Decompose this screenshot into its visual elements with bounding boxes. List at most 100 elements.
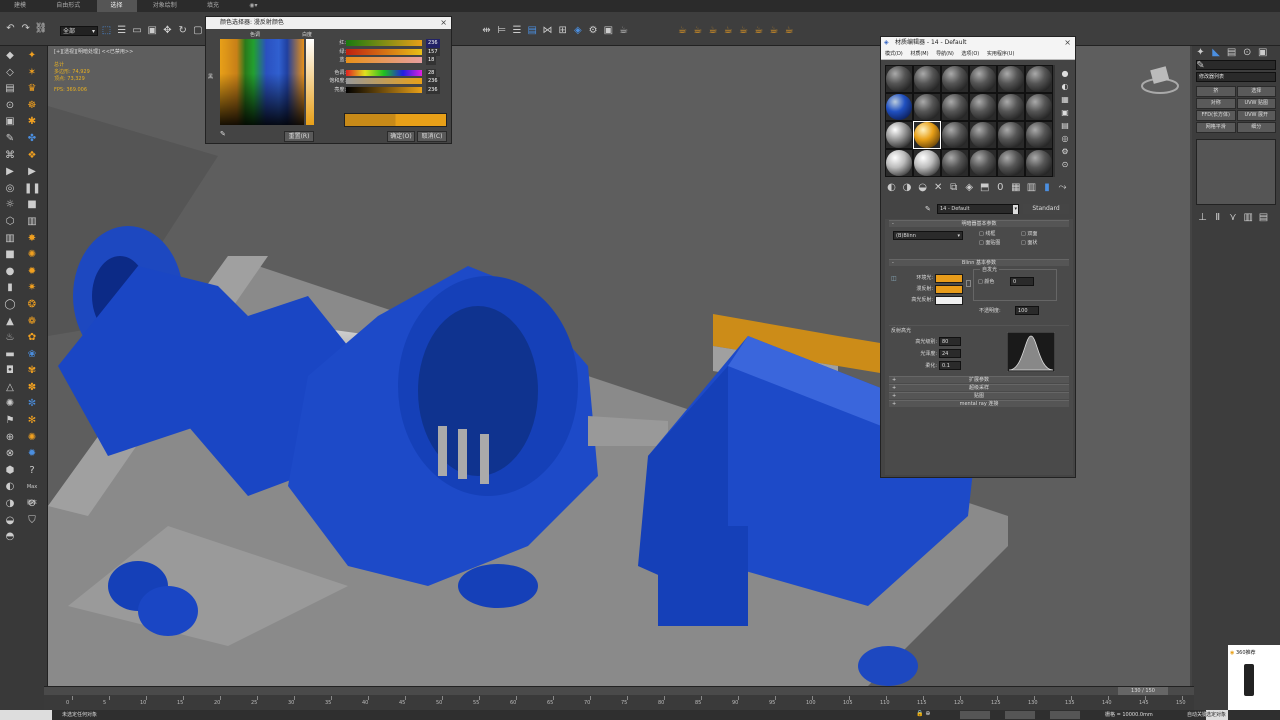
put-library-icon[interactable]: ⬒ bbox=[978, 181, 991, 194]
options-icon[interactable]: ⚙ bbox=[1057, 145, 1073, 158]
create-icon[interactable]: ◆ bbox=[2, 48, 18, 65]
material-slot[interactable] bbox=[913, 65, 941, 93]
tool-26-icon[interactable]: ⬢ bbox=[2, 463, 18, 480]
utilities-tab-icon[interactable]: ✎ bbox=[1194, 59, 1207, 72]
rotate-icon[interactable]: ↻ bbox=[176, 24, 189, 37]
window-crossing-icon[interactable]: ▣ bbox=[146, 24, 159, 37]
color-dialog-titlebar[interactable]: 颜色选择器: 漫反射颜色 × bbox=[206, 17, 451, 29]
tool-b24-icon[interactable]: ✺ bbox=[24, 430, 40, 447]
self-illum-value[interactable]: 0 bbox=[1010, 277, 1034, 286]
material-slot[interactable] bbox=[997, 65, 1025, 93]
configure-icon[interactable]: ▤ bbox=[1257, 211, 1270, 224]
tool-b22-icon[interactable]: ✼ bbox=[24, 396, 40, 413]
hierarchy-icon[interactable]: ▤ bbox=[2, 81, 18, 98]
tool-b18-icon[interactable]: ✿ bbox=[24, 330, 40, 347]
material-slot[interactable] bbox=[885, 121, 913, 149]
video-check-icon[interactable]: ▤ bbox=[1057, 119, 1073, 132]
torus-icon[interactable]: ◯ bbox=[2, 297, 18, 314]
spec-level-value[interactable]: 80 bbox=[939, 337, 961, 346]
time-slider-track[interactable]: 130 / 150 bbox=[44, 687, 1194, 695]
rollout-maps[interactable]: + 贴图 bbox=[889, 392, 1069, 399]
cancel-button[interactable]: 取消(C) bbox=[417, 131, 447, 142]
menu-more-icon[interactable]: ◉▾ bbox=[235, 0, 271, 12]
help-icon[interactable]: ? bbox=[24, 463, 40, 480]
notification-popup[interactable]: ◉ 360推荐 bbox=[1228, 645, 1280, 710]
material-slot[interactable] bbox=[997, 93, 1025, 121]
rollout-shader[interactable]: - 明暗器基本参数 bbox=[889, 220, 1069, 227]
go-sibling-icon[interactable]: ⤳ bbox=[1056, 181, 1069, 194]
material-slot[interactable] bbox=[1025, 149, 1053, 177]
lock-icon[interactable]: ◫ bbox=[891, 275, 897, 282]
two-sided-checkbox[interactable]: □ 双面 bbox=[1021, 230, 1037, 239]
tube-icon[interactable]: ◘ bbox=[2, 363, 18, 380]
shape-icon[interactable]: ⬡ bbox=[2, 214, 18, 231]
put-to-scene-icon[interactable]: ◑ bbox=[901, 181, 914, 194]
object-name-field[interactable] bbox=[1196, 60, 1276, 70]
plane-icon[interactable]: ▬ bbox=[2, 347, 18, 364]
mod-button-4[interactable]: UVW 贴图 bbox=[1236, 98, 1276, 109]
modify-tab-icon[interactable]: ◣ bbox=[1210, 46, 1223, 59]
time-slider-handle[interactable]: 130 / 150 bbox=[1118, 687, 1168, 695]
sphere-icon[interactable]: ● bbox=[2, 264, 18, 281]
play-icon[interactable]: ▶ bbox=[2, 164, 18, 181]
material-slot[interactable] bbox=[941, 93, 969, 121]
curve-editor-icon[interactable]: ⋈ bbox=[541, 24, 554, 37]
tool-25-icon[interactable]: ⊗ bbox=[2, 446, 18, 463]
slider-saturation[interactable]: 饱和度: 236 bbox=[320, 77, 448, 86]
schematic-icon[interactable]: ⊞ bbox=[556, 24, 569, 37]
hierarchy-tab-icon[interactable]: ▤ bbox=[1225, 46, 1238, 59]
tool-b25-icon[interactable]: ✹ bbox=[24, 446, 40, 463]
tool-b10-icon[interactable]: ■ bbox=[24, 197, 40, 214]
menu-populate[interactable]: 填充 bbox=[193, 0, 233, 12]
tool-b9-icon[interactable]: ❚❚ bbox=[24, 181, 41, 198]
chevron-down-icon[interactable]: ▾ bbox=[1013, 205, 1018, 214]
make-unique-icon[interactable]: ⋎ bbox=[1226, 211, 1239, 224]
material-slot[interactable] bbox=[997, 149, 1025, 177]
mod-button-6[interactable]: UVW 展开 bbox=[1236, 110, 1276, 121]
tool-b12-icon[interactable]: ✸ bbox=[24, 231, 40, 248]
shield-icon[interactable]: ⛉ bbox=[24, 513, 40, 530]
material-slot[interactable] bbox=[969, 65, 997, 93]
slider-blue[interactable]: 蓝: 18 bbox=[320, 56, 448, 65]
tool-b19-icon[interactable]: ❀ bbox=[24, 347, 40, 364]
material-slot[interactable] bbox=[941, 149, 969, 177]
mat-menu-material[interactable]: 材质(M) bbox=[910, 51, 928, 57]
cone-icon[interactable]: ▲ bbox=[2, 314, 18, 331]
opacity-value[interactable]: 100 bbox=[1015, 306, 1039, 315]
soften-value[interactable]: 0.1 bbox=[939, 361, 961, 370]
undo-icon[interactable]: ↶ bbox=[4, 22, 17, 35]
ambient-swatch[interactable] bbox=[935, 274, 963, 283]
tool-b7-icon[interactable]: ❖ bbox=[24, 148, 40, 165]
mat-menu-utilities[interactable]: 实用程序(U) bbox=[987, 51, 1015, 57]
face-map-checkbox[interactable]: □ 面贴图 bbox=[979, 239, 1000, 248]
mat-menu-options[interactable]: 选项(O) bbox=[961, 51, 979, 57]
teapot-render-2-icon[interactable]: ☕ bbox=[691, 24, 704, 37]
tool-b21-icon[interactable]: ✽ bbox=[24, 380, 40, 397]
scale-icon[interactable]: ▢ bbox=[191, 24, 204, 37]
tool-b4-icon[interactable]: ☸ bbox=[24, 98, 40, 115]
mod-button-5[interactable]: FFD(长方体) bbox=[1196, 110, 1236, 121]
faceted-checkbox[interactable]: □ 面状 bbox=[1021, 239, 1037, 248]
unique-icon[interactable]: ◈ bbox=[963, 181, 976, 194]
rollout-blinn[interactable]: - Blinn 基本参数 bbox=[889, 259, 1069, 266]
tool-b2-icon[interactable]: ✶ bbox=[24, 65, 40, 82]
tool-b6-icon[interactable]: ✤ bbox=[24, 131, 40, 148]
slider-value[interactable]: 亮度: 236 bbox=[320, 85, 448, 94]
redo-icon[interactable]: ↷ bbox=[19, 22, 32, 35]
camera-icon[interactable]: ◎ bbox=[2, 181, 18, 198]
trash-icon[interactable]: ▥ bbox=[2, 231, 18, 248]
abs-mode-icon[interactable]: ⊕ bbox=[925, 710, 930, 717]
link-icon[interactable]: ⛓ bbox=[34, 22, 48, 35]
menu-freeform[interactable]: 自由形式 bbox=[42, 0, 94, 12]
select-object-icon[interactable]: ⬚ bbox=[100, 24, 113, 37]
display-icon[interactable]: ▣ bbox=[2, 114, 18, 131]
tool-b8-icon[interactable]: ▶ bbox=[24, 164, 40, 181]
tool-b15-icon[interactable]: ✷ bbox=[24, 280, 40, 297]
tool-24-icon[interactable]: ⊕ bbox=[2, 430, 18, 447]
tool-b17-icon[interactable]: ❁ bbox=[24, 314, 40, 331]
tool-29-icon[interactable]: ◒ bbox=[2, 513, 18, 530]
modify-icon[interactable]: ◇ bbox=[2, 65, 18, 82]
material-slot[interactable] bbox=[885, 149, 913, 177]
lock-selection-icon[interactable]: 🔒 bbox=[916, 710, 923, 717]
teapot-render-6-icon[interactable]: ☕ bbox=[752, 24, 765, 37]
